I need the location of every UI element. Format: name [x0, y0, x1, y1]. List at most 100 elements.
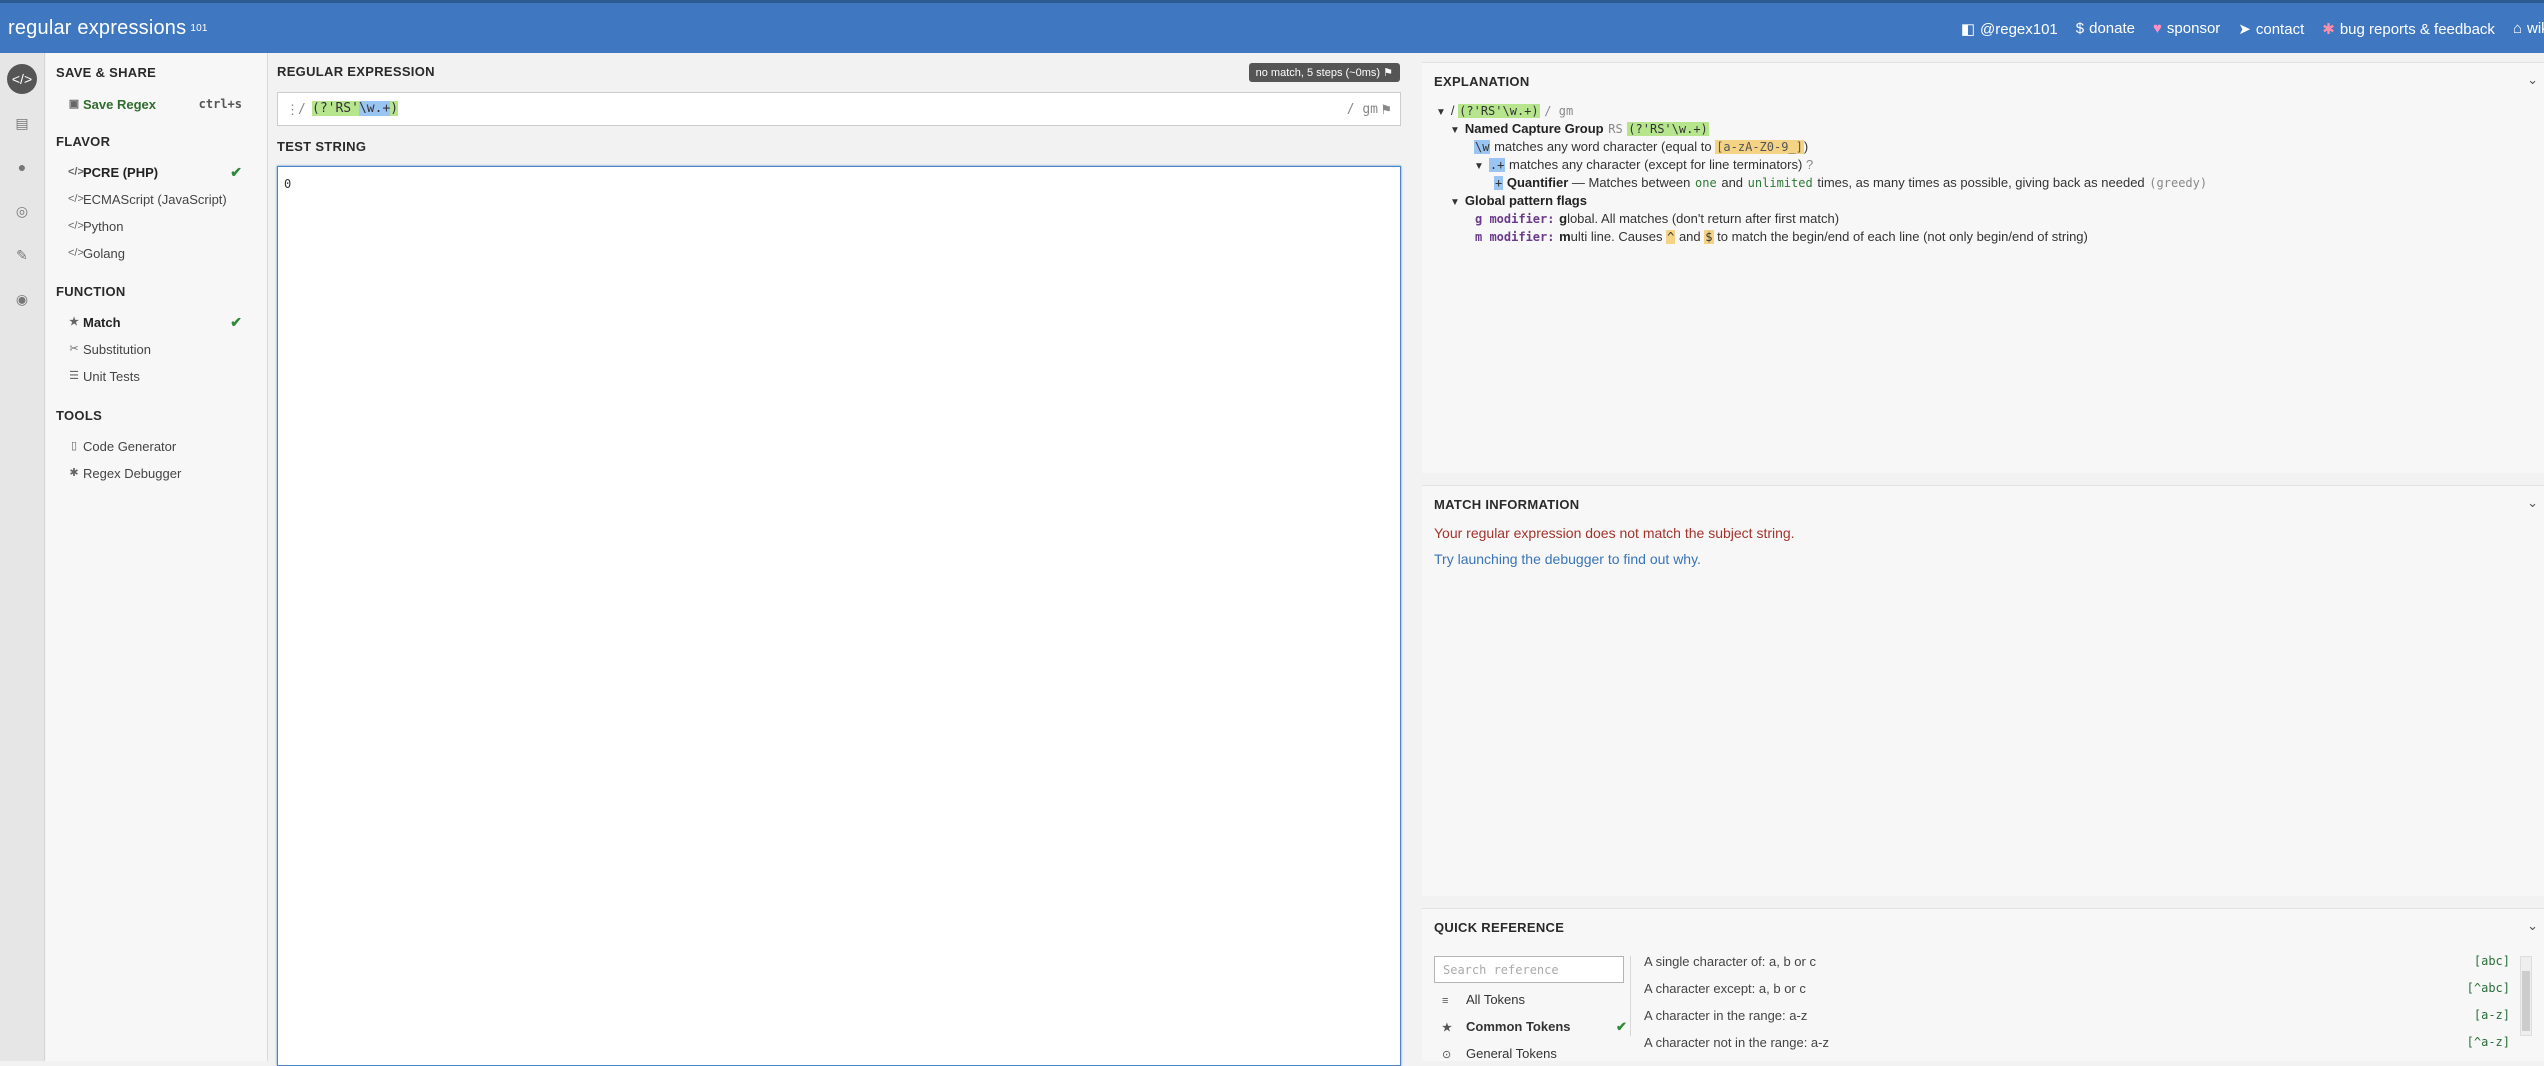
reference-row[interactable]: A character not in the range: a-z [^a-z]: [1644, 1035, 2510, 1062]
code-icon: </>: [68, 247, 84, 259]
reference-search-input[interactable]: Search reference: [1434, 956, 1624, 983]
launch-debugger-link[interactable]: Try launching the debugger to find out w…: [1434, 551, 1701, 567]
explanation-panel: EXPLANATION ⌄ ▼ / (?'RS'\w.+) / gm ▼ Named…: [1422, 62, 2544, 473]
editor-column: REGULAR EXPRESSION no match, 5 steps (~0…: [269, 53, 1406, 1066]
category-all-tokens[interactable]: ≡ All Tokens: [1442, 992, 1525, 1007]
status-badge: no match, 5 steps (~0ms) ⚑: [1248, 63, 1400, 82]
send-icon: ➤: [2238, 21, 2251, 38]
flavor-pcre[interactable]: </> PCRE (PHP) ✔: [46, 159, 268, 186]
explanation-root[interactable]: ▼ / (?'RS'\w.+) / gm: [1436, 103, 1574, 118]
explanation-any-char[interactable]: ▼ .+ matches any character (except for li…: [1474, 157, 1813, 172]
chat-icon[interactable]: ◉: [7, 284, 37, 314]
file-code-icon: ▯: [70, 440, 78, 452]
help-icon[interactable]: ?: [1806, 157, 1813, 172]
explanation-quantifier: + Quantifier — Matches between one and u…: [1494, 175, 2208, 190]
sponsor-link[interactable]: ♥ sponsor: [2153, 20, 2220, 38]
triangle-down-icon[interactable]: ▼: [1436, 107, 1446, 118]
quick-reference-title: QUICK REFERENCE: [1434, 920, 1565, 935]
scissors-icon: ✂: [69, 343, 79, 355]
function-match[interactable]: ★ Match ✔: [46, 309, 268, 336]
code-icon: </>: [68, 220, 84, 232]
icon-rail: </> ▤ ● ◎ ✎ ◉: [0, 53, 45, 1061]
library-icon[interactable]: ▤: [7, 108, 37, 138]
chevron-down-icon[interactable]: ⌄: [2527, 918, 2538, 934]
reference-row[interactable]: A single character of: a, b or c [abc]: [1644, 954, 2510, 981]
flavor-title: FLAVOR: [56, 134, 111, 149]
test-string-input[interactable]: 0: [277, 166, 1401, 1066]
quick-reference-panel: QUICK REFERENCE ⌄ Search reference ≡ All …: [1422, 908, 2544, 1061]
tools-title: TOOLS: [56, 408, 103, 423]
star-icon: ★: [69, 316, 79, 328]
flag-icon: ⚑: [1383, 67, 1393, 79]
check-icon: ✔: [1616, 1019, 1627, 1034]
save-regex-button[interactable]: ▣ Save Regex ctrl+s: [46, 91, 268, 118]
save-icon: ▣: [68, 98, 80, 110]
explanation-title: EXPLANATION: [1434, 74, 1530, 89]
site-logo[interactable]: regular expressions 101: [8, 17, 208, 40]
check-icon: ✔: [230, 164, 242, 180]
twitter-link[interactable]: ◧ @regex101: [1961, 20, 2058, 38]
test-string-label: TEST STRING: [277, 139, 367, 154]
donate-link[interactable]: $ donate: [2076, 20, 2135, 38]
match-info-title: MATCH INFORMATION: [1434, 497, 1580, 512]
code-icon: </>: [68, 166, 84, 178]
code-icon[interactable]: </>: [7, 64, 37, 94]
explanation-g-flag: g modifier: global. All matches (don't r…: [1475, 211, 1840, 226]
bug-report-link[interactable]: ✱ bug reports & feedback: [2322, 20, 2495, 38]
check-icon: ✔: [230, 314, 242, 330]
triangle-down-icon[interactable]: ▼: [1474, 161, 1484, 172]
save-share-title: SAVE & SHARE: [56, 65, 157, 80]
wrench-icon[interactable]: ✎: [7, 240, 37, 270]
triangle-down-icon[interactable]: ▼: [1450, 125, 1460, 136]
tool-code-generator[interactable]: ▯ Code Generator: [46, 433, 268, 460]
bank-icon: ⌂: [2512, 20, 2522, 37]
regex-input[interactable]: ⋮ / (?'RS'\w.+) / gm ⚑: [277, 92, 1401, 126]
star-icon: ★: [1442, 1022, 1452, 1034]
chevron-down-icon[interactable]: ⌄: [2527, 72, 2538, 88]
scrollbar-thumb[interactable]: [2522, 971, 2530, 1031]
function-unit-tests[interactable]: ☰ Unit Tests: [46, 363, 268, 390]
sidebar: SAVE & SHARE ▣ Save Regex ctrl+s FLAVOR …: [46, 53, 268, 1061]
database-icon: ≡: [1442, 995, 1449, 1007]
circle-dot-icon: ⊙: [1442, 1049, 1452, 1061]
category-general-tokens[interactable]: ⊙ General Tokens: [1442, 1046, 1557, 1061]
explanation-group[interactable]: ▼ Named Capture Group RS (?'RS'\w.+): [1450, 121, 1709, 136]
header-links: ◧ @regex101 $ donate ♥ sponsor ➤ contact ✱ bu…: [1961, 20, 2544, 38]
bug-icon: ✱: [69, 467, 79, 479]
heart-icon: ♥: [2153, 20, 2162, 37]
regex-flags[interactable]: / gm: [1347, 102, 1378, 117]
flavor-golang[interactable]: </> Golang: [46, 240, 268, 267]
match-info-panel: MATCH INFORMATION ⌄ Your regular express…: [1422, 485, 2544, 896]
explanation-m-flag: m modifier: multi line. Causes ^ and $ t…: [1475, 229, 2088, 244]
test-string-text: 0: [284, 177, 292, 191]
flag-icon[interactable]: ⚑: [1380, 102, 1392, 118]
explanation-flags[interactable]: ▼ Global pattern flags: [1450, 193, 1587, 208]
right-column: EXPLANATION ⌄ ▼ / (?'RS'\w.+) / gm ▼ Named…: [1422, 53, 2544, 1061]
reference-row[interactable]: A character except: a, b or c [^abc]: [1644, 981, 2510, 1008]
regex-open-delimiter: /: [298, 102, 306, 117]
regex-label: REGULAR EXPRESSION: [277, 64, 435, 79]
wiki-link[interactable]: ⌂wiki: [2513, 20, 2544, 38]
function-substitution[interactable]: ✂ Substitution: [46, 336, 268, 363]
function-title: FUNCTION: [56, 284, 126, 299]
triangle-down-icon[interactable]: ▼: [1450, 197, 1460, 208]
bug-icon: ✱: [2322, 21, 2335, 38]
category-common-tokens[interactable]: ★ Common Tokens ✔: [1442, 1019, 1632, 1034]
divider: [1630, 956, 1631, 1036]
regex-text: (?'RS'\w.+): [312, 101, 399, 116]
tool-regex-debugger[interactable]: ✱ Regex Debugger: [46, 460, 268, 487]
reference-scrollbar[interactable]: [2520, 956, 2532, 1036]
contact-link[interactable]: ➤ contact: [2238, 20, 2304, 38]
top-bar: regular expressions 101 ◧ @regex101 $ donat…: [0, 0, 2544, 53]
twitter-icon: ◧: [1960, 21, 1975, 38]
flavor-ecmascript[interactable]: </> ECMAScript (JavaScript): [46, 186, 268, 213]
reference-row[interactable]: A character in the range: a-z [a-z]: [1644, 1008, 2510, 1035]
dollar-icon: $: [2075, 20, 2085, 37]
gamepad-icon[interactable]: ◎: [7, 196, 37, 226]
flavor-python[interactable]: </> Python: [46, 213, 268, 240]
user-icon[interactable]: ●: [7, 152, 37, 182]
list-icon: ☰: [69, 370, 79, 382]
save-shortcut: ctrl+s: [198, 97, 242, 111]
chevron-down-icon[interactable]: ⌄: [2527, 495, 2538, 511]
code-icon: </>: [68, 193, 84, 205]
